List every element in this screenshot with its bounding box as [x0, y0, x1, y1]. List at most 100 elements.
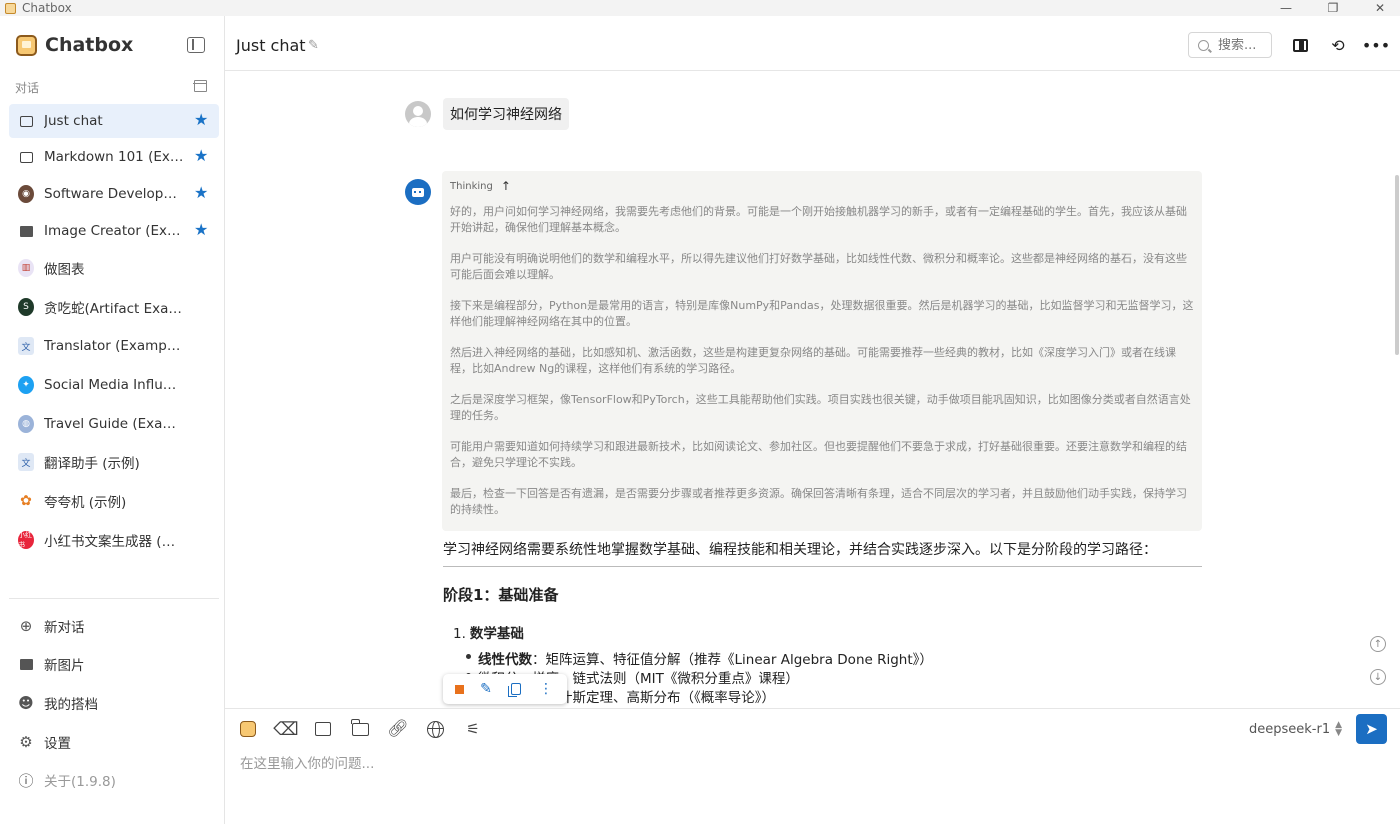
translator-avatar-icon: 文 [18, 453, 34, 471]
pencil-icon: ✎ [480, 681, 492, 697]
new-image-icon [18, 656, 34, 672]
sidebar: Chatbox 对话 Just chat ★ Markdown 101 (Exa… [0, 16, 225, 824]
close-window-button[interactable]: ✕ [1360, 0, 1400, 16]
thinking-label: Thinking [450, 180, 493, 192]
chat-title: Just chat [236, 36, 306, 55]
menu-label: 新图片 [44, 658, 85, 674]
menu-label: 设置 [44, 736, 71, 752]
conversation-item-praise-bot[interactable]: ✿ 夸夸机 (示例) [9, 484, 219, 518]
more-options-button[interactable]: ••• [1362, 36, 1390, 55]
conversation-item-make-chart[interactable]: ▥ 做图表 [9, 251, 219, 285]
thinking-header[interactable]: Thinking ↑ [450, 179, 1194, 193]
answer-intro: 学习神经网络需要系统性地掌握数学基础、编程技能和相关理论，并结合实践逐步深入。以… [443, 542, 1157, 558]
image-icon [315, 722, 331, 736]
web-search-button[interactable] [425, 719, 445, 739]
more-vertical-icon: ⋮ [539, 681, 553, 697]
conversation-label: Translator (Example) [44, 338, 184, 354]
conversation-label: 小红书文案生成器 (示例) [44, 534, 184, 550]
conversation-item-just-chat[interactable]: Just chat ★ [9, 104, 219, 138]
search-box[interactable] [1188, 32, 1272, 58]
conversation-label: Software Developer (Example) [44, 186, 184, 202]
stop-generating-button[interactable] [455, 684, 464, 694]
thinking-paragraph: 之后是深度学习框架，像TensorFlow和PyTorch，这些工具能帮助他们实… [450, 393, 1191, 422]
more-horizontal-icon: ••• [1361, 35, 1391, 55]
copy-icon [508, 683, 521, 697]
assistant-avatar-icon [405, 179, 431, 205]
sliders-icon: ⚟ [466, 720, 480, 738]
new-chat-button[interactable]: ⊕ 新对话 [18, 614, 85, 638]
conversation-label: Image Creator (Example) [44, 223, 184, 239]
bullet-bold: 线性代数 [478, 652, 532, 668]
message-more-button[interactable]: ⋮ [538, 681, 554, 697]
settings-button[interactable]: ⚙ 设置 [18, 730, 71, 754]
eraser-icon: ⌫ [273, 718, 299, 740]
collapse-arrow-icon[interactable]: ↑ [501, 179, 511, 193]
conversation-item-travel-guide[interactable]: ◍ Travel Guide (Example) [9, 407, 219, 441]
conversation-label: Travel Guide (Example) [44, 416, 184, 432]
history-icon: ⟲ [1331, 35, 1345, 55]
chat-settings-button[interactable]: ⚟ [463, 719, 483, 739]
clear-conversations-icon[interactable] [193, 80, 207, 92]
conversation-item-markdown-101[interactable]: Markdown 101 (Example) ★ [9, 140, 219, 174]
list-item-math: 1. 数学基础 [453, 622, 524, 642]
minimize-button[interactable]: — [1266, 0, 1306, 16]
app-logo-icon [5, 2, 16, 14]
conversation-item-software-developer[interactable]: ◉ Software Developer (Example) ★ [9, 177, 219, 211]
edit-title-icon[interactable]: ✎ [308, 38, 319, 53]
model-select[interactable]: deepseek-r1 ▲ ▼ [1249, 721, 1342, 738]
my-copilots-button[interactable]: ☻ 我的搭档 [18, 691, 98, 715]
robot-icon: ☻ [18, 694, 34, 712]
maximize-button[interactable]: ❐ [1313, 0, 1353, 16]
conversation-item-translator[interactable]: 文 Translator (Example) [9, 329, 219, 363]
copy-message-button[interactable] [508, 681, 524, 697]
new-image-button[interactable]: 新图片 [18, 652, 85, 676]
clear-context-button[interactable]: ⌫ [273, 718, 299, 740]
chat-bubble-icon [18, 149, 34, 165]
conversation-item-translation-assistant[interactable]: 文 翻译助手 (示例) [9, 445, 219, 479]
edit-message-button[interactable]: ✎ [478, 681, 494, 697]
answer-divider [443, 566, 1202, 567]
thinking-paragraph: 好的，用户问如何学习神经网络，我需要先考虑他们的背景。可能是一个刚开始接触机器学… [450, 205, 1187, 234]
copilot-picker-button[interactable] [238, 719, 258, 739]
conversation-item-image-creator[interactable]: Image Creator (Example) ★ [9, 214, 219, 248]
about-button[interactable]: ⓘ 关于(1.9.8) [18, 768, 116, 792]
thinking-paragraph: 接下来是编程部分，Python是最常用的语言，特别是库像NumPy和Pandas… [450, 299, 1194, 328]
star-icon[interactable]: ★ [194, 222, 208, 238]
attach-link-button[interactable]: 🔗︎ [387, 719, 409, 739]
toggle-artifact-panel-button[interactable] [1291, 36, 1309, 54]
user-avatar-icon [405, 101, 431, 127]
link-icon: 🔗︎ [387, 719, 409, 739]
conversation-label: 翻译助手 (示例) [44, 456, 140, 472]
input-area: ⌫ 🔗︎ ⚟ deepseek-r1 ▲ ▼ ➤ [225, 708, 1400, 824]
history-button[interactable]: ⟲ [1329, 35, 1347, 55]
send-button[interactable]: ➤ [1356, 714, 1387, 744]
scroll-to-bottom-button[interactable]: ↓ [1370, 669, 1386, 685]
thinking-paragraph: 用户可能没有明确说明他们的数学和编程水平，所以得先建议他们打好数学基础，比如线性… [450, 252, 1187, 281]
conversation-item-xiaohongshu-generator[interactable]: 小红书 小红书文案生成器 (示例) [9, 523, 219, 557]
attach-file-button[interactable] [350, 718, 370, 739]
conversation-label: 做图表 [44, 262, 85, 278]
message-input[interactable] [240, 752, 1380, 776]
scroll-to-top-button[interactable]: ↑ [1370, 636, 1386, 652]
menu-label: 我的搭档 [44, 697, 98, 713]
list-item-title: 数学基础 [469, 626, 524, 642]
brand-name: Chatbox [45, 34, 134, 56]
scrollbar-thumb[interactable] [1395, 175, 1399, 355]
star-icon[interactable]: ★ [194, 148, 208, 164]
search-input[interactable] [1218, 37, 1270, 53]
star-icon[interactable]: ★ [194, 112, 208, 128]
plus-circle-icon: ⊕ [19, 617, 33, 635]
user-message: 如何学习神经网络 [443, 98, 569, 130]
collapse-sidebar-icon[interactable] [187, 37, 205, 53]
conversation-item-social-media-influencer[interactable]: ✦ Social Media Influencer (Example) [9, 368, 219, 402]
message-list[interactable]: 如何学习神经网络 Thinking ↑ 好的，用户问如何学习神经网络，我需要先考… [225, 72, 1400, 708]
globe-icon [426, 720, 444, 738]
translator-avatar-icon: 文 [18, 337, 34, 355]
gear-icon: ⚙ [19, 733, 33, 751]
attach-image-button[interactable] [313, 719, 333, 739]
thinking-paragraph: 最后，检查一下回答是否有遗漏，是否需要分步骤或者推荐更多资源。确保回答清晰有条理… [450, 487, 1187, 516]
model-name: deepseek-r1 [1249, 721, 1331, 737]
menu-label: 关于(1.9.8) [44, 774, 116, 790]
star-icon[interactable]: ★ [194, 185, 208, 201]
conversation-item-snake[interactable]: S 贪吃蛇(Artifact Example) [9, 290, 219, 324]
